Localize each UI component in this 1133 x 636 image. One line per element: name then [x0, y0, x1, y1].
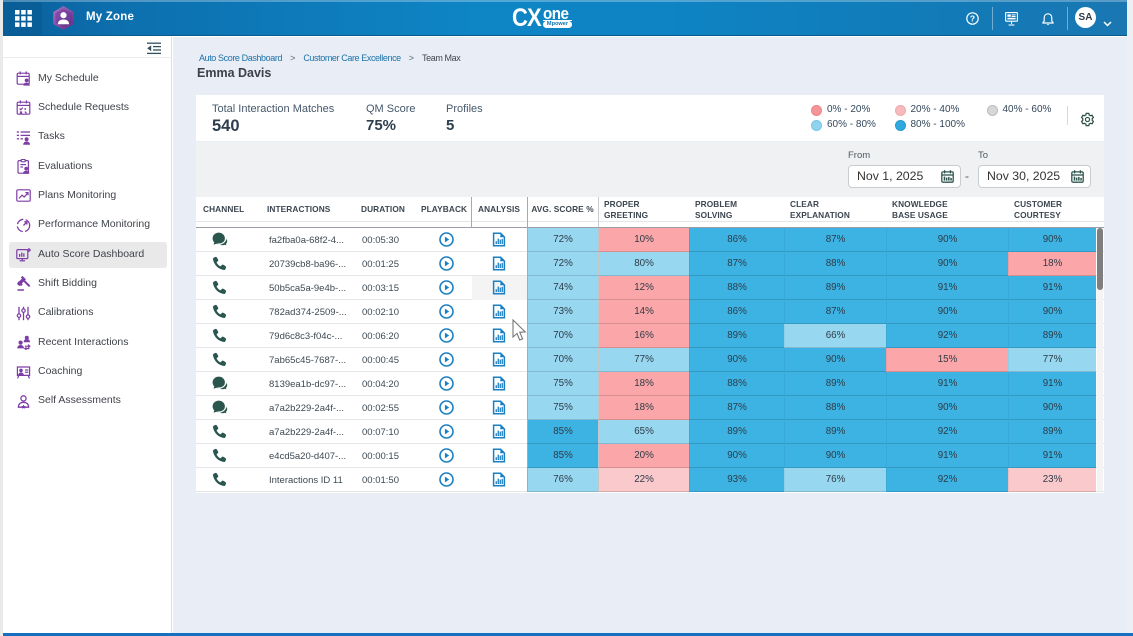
svg-text:?: ? — [970, 13, 975, 23]
